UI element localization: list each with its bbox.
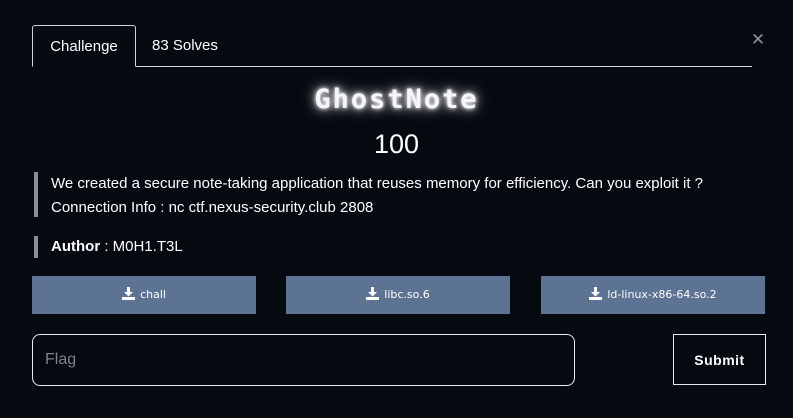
file-label: ld-linux-x86-64.so.2 bbox=[607, 288, 717, 301]
flag-input[interactable] bbox=[32, 334, 575, 386]
submit-button[interactable]: Submit bbox=[673, 334, 766, 385]
file-download-ld-linux[interactable]: ld-linux-x86-64.so.2 bbox=[541, 276, 765, 314]
file-download-chall[interactable]: chall bbox=[32, 276, 256, 314]
challenge-title: GhostNote bbox=[314, 84, 479, 115]
challenge-description: We created a secure note-taking applicat… bbox=[34, 172, 774, 217]
description-text: We created a secure note-taking applicat… bbox=[51, 175, 704, 192]
tab-bar: Challenge 83 Solves bbox=[32, 25, 752, 67]
author-value: : M0H1.T3L bbox=[100, 238, 183, 255]
file-label: chall bbox=[140, 288, 166, 301]
close-icon[interactable]: ✕ bbox=[750, 31, 766, 48]
tab-challenge[interactable]: Challenge bbox=[32, 25, 136, 67]
challenge-points: 100 bbox=[373, 129, 420, 159]
download-icon bbox=[589, 287, 603, 300]
file-download-libc[interactable]: libc.so.6 bbox=[286, 276, 510, 314]
author-line: Author : M0H1.T3L bbox=[34, 236, 183, 258]
challenge-modal: Challenge 83 Solves ✕ GhostNote 100 We c… bbox=[0, 0, 793, 418]
file-label: libc.so.6 bbox=[384, 288, 430, 301]
connection-info: Connection Info : nc ctf.nexus-security.… bbox=[51, 199, 374, 216]
tab-solves[interactable]: 83 Solves bbox=[152, 25, 218, 67]
download-icon bbox=[122, 287, 136, 300]
author-label: Author bbox=[51, 238, 101, 255]
download-icon bbox=[366, 287, 380, 300]
